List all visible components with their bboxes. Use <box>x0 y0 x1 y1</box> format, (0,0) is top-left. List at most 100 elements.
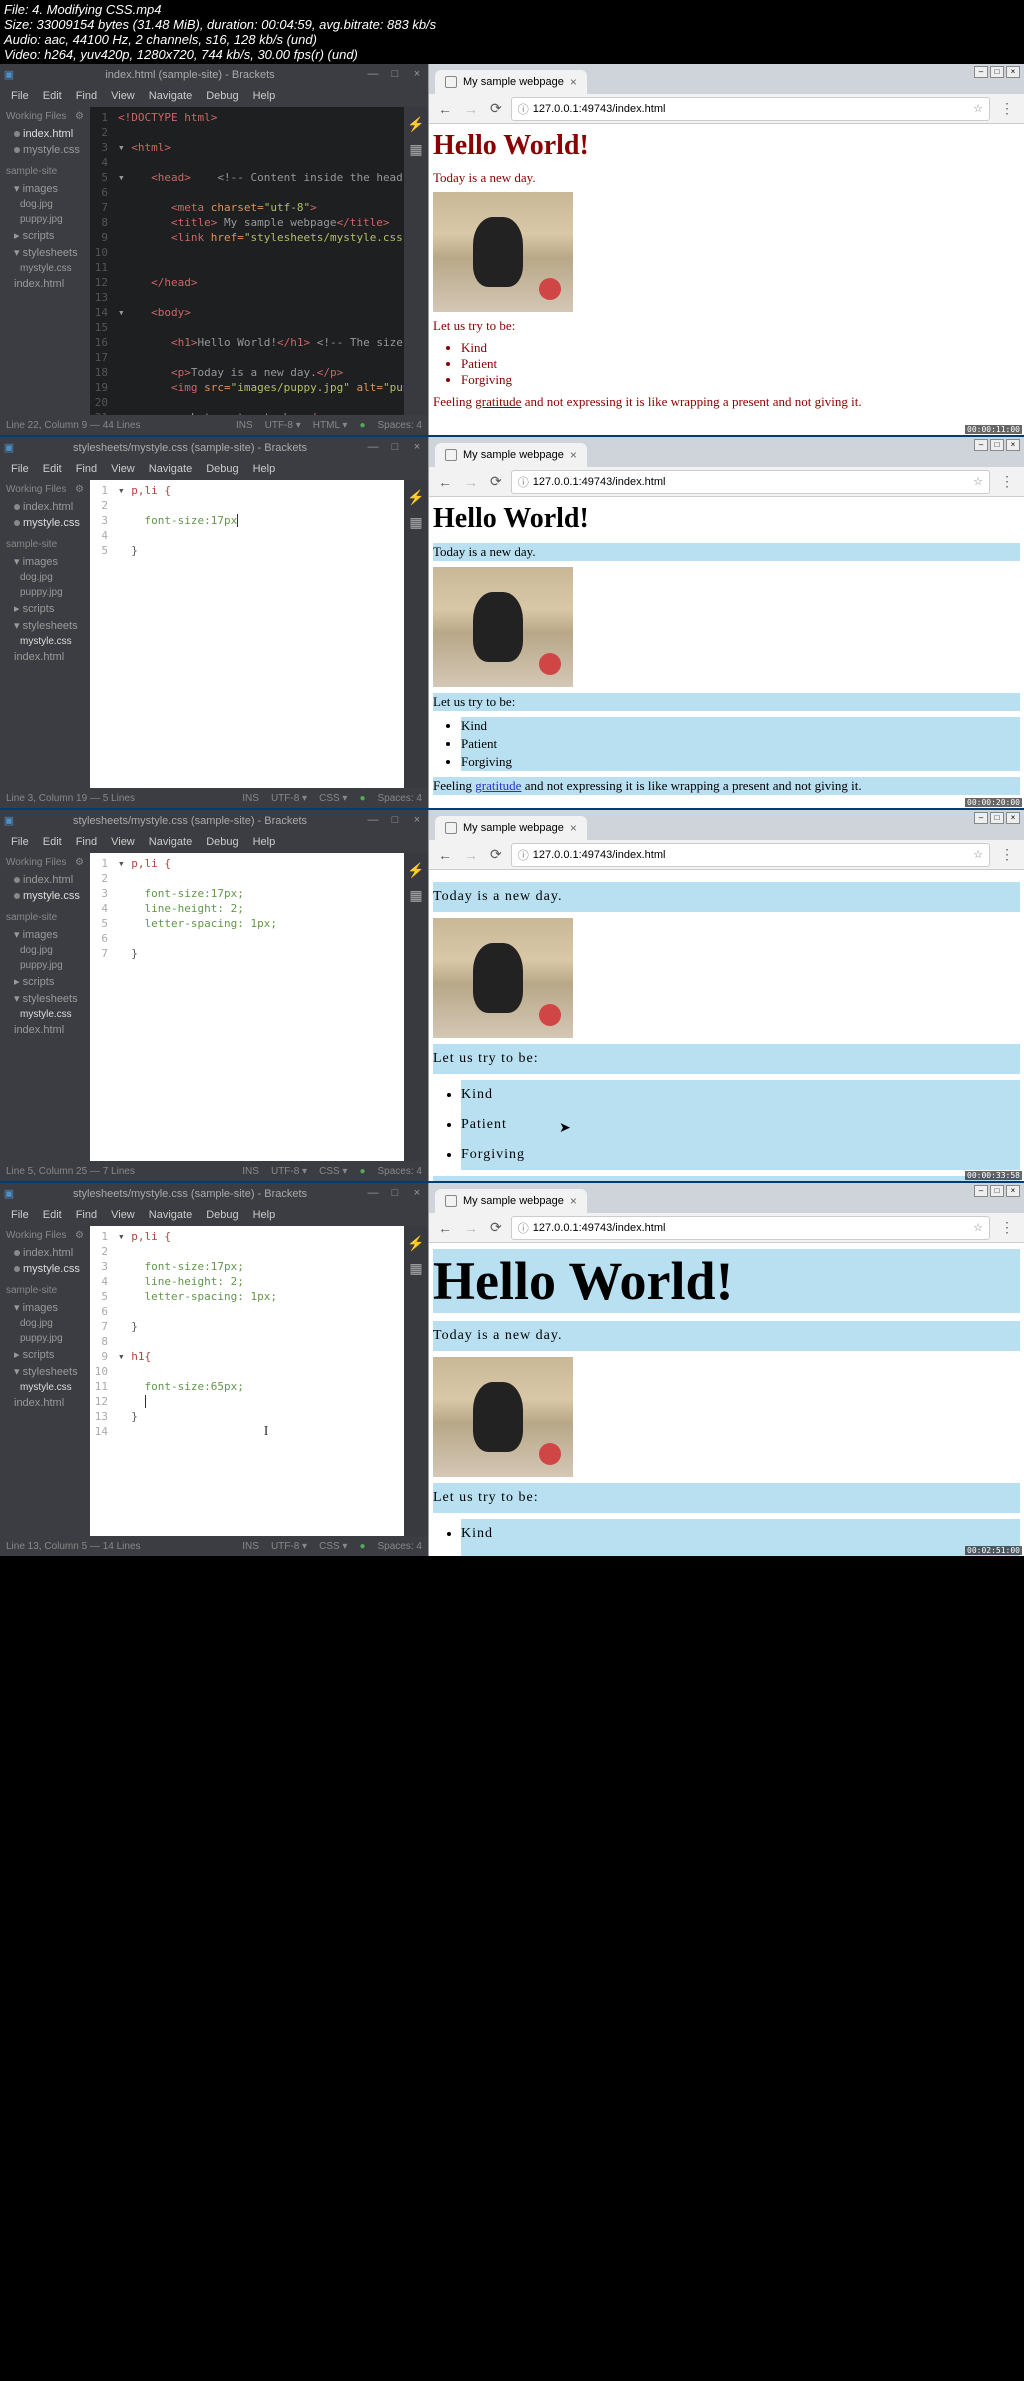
menu-debug[interactable]: Debug <box>199 87 245 105</box>
tab-close-icon[interactable]: × <box>570 75 577 89</box>
minimize-button[interactable]: — <box>362 1183 384 1204</box>
code-editor[interactable]: 1234567 ▾ p,li { font-size:17px; line-he… <box>90 853 404 1161</box>
menu-navigate[interactable]: Navigate <box>142 460 199 478</box>
menu-find[interactable]: Find <box>69 87 104 105</box>
forward-button[interactable]: → <box>461 101 481 117</box>
tab-close-icon[interactable]: × <box>570 821 577 835</box>
address-field[interactable]: ⓘ 127.0.0.1:49743/index.html ☆ <box>511 470 990 494</box>
minimize-button[interactable]: — <box>362 810 384 831</box>
file-mystyle[interactable]: mystyle.css <box>0 634 90 649</box>
lang-mode[interactable]: CSS ▾ <box>319 793 347 804</box>
back-button[interactable]: ← <box>435 101 455 117</box>
forward-button[interactable]: → <box>461 474 481 490</box>
menu-navigate[interactable]: Navigate <box>142 1206 199 1224</box>
bookmark-icon[interactable]: ☆ <box>973 1221 983 1234</box>
win-min[interactable]: – <box>974 812 988 824</box>
code-editor[interactable]: 1234567891011121314151617181920212223242… <box>90 107 404 415</box>
bookmark-icon[interactable]: ☆ <box>973 475 983 488</box>
working-file-mystyle[interactable]: mystyle.css <box>0 1261 90 1277</box>
menu-file[interactable]: File <box>4 87 36 105</box>
win-max[interactable]: □ <box>990 812 1004 824</box>
extensions-icon[interactable]: ▦ <box>409 1260 422 1277</box>
working-file-mystyle[interactable]: mystyle.css <box>0 888 90 904</box>
browser-menu-icon[interactable]: ⋮ <box>996 473 1018 490</box>
bookmark-icon[interactable]: ☆ <box>973 102 983 115</box>
win-close[interactable]: × <box>1006 66 1020 78</box>
ins-indicator[interactable]: INS <box>242 793 259 804</box>
ins-indicator[interactable]: INS <box>236 420 253 431</box>
browser-tab[interactable]: My sample webpage × <box>435 1189 587 1213</box>
win-min[interactable]: – <box>974 1185 988 1197</box>
live-preview-icon[interactable]: ⚡ <box>407 862 424 879</box>
browser-menu-icon[interactable]: ⋮ <box>996 846 1018 863</box>
menu-file[interactable]: File <box>4 833 36 851</box>
working-file-index[interactable]: index.html <box>0 872 90 888</box>
close-button[interactable]: × <box>406 810 428 831</box>
menu-view[interactable]: View <box>104 87 142 105</box>
file-dog[interactable]: dog.jpg <box>0 570 90 585</box>
menu-file[interactable]: File <box>4 460 36 478</box>
menu-help[interactable]: Help <box>246 833 283 851</box>
file-puppy[interactable]: puppy.jpg <box>0 1331 90 1346</box>
close-button[interactable]: × <box>406 437 428 458</box>
working-file-mystyle[interactable]: mystyle.css <box>0 515 90 531</box>
forward-button[interactable]: → <box>461 1220 481 1236</box>
spaces[interactable]: Spaces: 4 <box>378 1541 422 1552</box>
bookmark-icon[interactable]: ☆ <box>973 848 983 861</box>
file-puppy[interactable]: puppy.jpg <box>0 585 90 600</box>
reload-button[interactable]: ⟳ <box>487 1219 505 1236</box>
win-close[interactable]: × <box>1006 812 1020 824</box>
ins-indicator[interactable]: INS <box>242 1541 259 1552</box>
browser-tab[interactable]: My sample webpage × <box>435 70 587 94</box>
file-index-tree[interactable]: index.html <box>0 649 90 665</box>
code-editor[interactable]: 12345 ▾ p,li { font-size:17px } <box>90 480 404 788</box>
encoding[interactable]: UTF-8 ▾ <box>265 420 301 431</box>
menu-find[interactable]: Find <box>69 1206 104 1224</box>
project-section[interactable]: sample-site <box>0 909 90 926</box>
address-field[interactable]: ⓘ 127.0.0.1:49743/index.html ☆ <box>511 1216 990 1240</box>
menu-view[interactable]: View <box>104 1206 142 1224</box>
forward-button[interactable]: → <box>461 847 481 863</box>
menu-edit[interactable]: Edit <box>36 87 69 105</box>
menu-help[interactable]: Help <box>246 87 283 105</box>
file-dog[interactable]: dog.jpg <box>0 197 90 212</box>
folder-stylesheets[interactable]: ▾ stylesheets <box>0 1363 90 1380</box>
reload-button[interactable]: ⟳ <box>487 846 505 863</box>
file-mystyle[interactable]: mystyle.css <box>0 1380 90 1395</box>
lint-indicator[interactable]: ● <box>359 420 365 431</box>
file-mystyle[interactable]: mystyle.css <box>0 1007 90 1022</box>
win-max[interactable]: □ <box>990 439 1004 451</box>
project-section[interactable]: sample-site <box>0 163 90 180</box>
project-section[interactable]: sample-site <box>0 1282 90 1299</box>
browser-menu-icon[interactable]: ⋮ <box>996 100 1018 117</box>
lang-mode[interactable]: CSS ▾ <box>319 1541 347 1552</box>
browser-tab[interactable]: My sample webpage × <box>435 816 587 840</box>
close-button[interactable]: × <box>406 1183 428 1204</box>
encoding[interactable]: UTF-8 ▾ <box>271 1166 307 1177</box>
lang-mode[interactable]: HTML ▾ <box>313 420 348 431</box>
working-files-header[interactable]: Working Files⚙ <box>0 107 90 126</box>
file-dog[interactable]: dog.jpg <box>0 943 90 958</box>
win-min[interactable]: – <box>974 439 988 451</box>
code-content[interactable]: ▾ p,li { font-size:17px; line-height: 2;… <box>114 1226 404 1536</box>
back-button[interactable]: ← <box>435 1220 455 1236</box>
spaces[interactable]: Spaces: 4 <box>378 1166 422 1177</box>
reload-button[interactable]: ⟳ <box>487 100 505 117</box>
folder-images[interactable]: ▾ images <box>0 553 90 570</box>
tab-close-icon[interactable]: × <box>570 1194 577 1208</box>
tab-close-icon[interactable]: × <box>570 448 577 462</box>
file-index-tree[interactable]: index.html <box>0 1022 90 1038</box>
menu-view[interactable]: View <box>104 833 142 851</box>
back-button[interactable]: ← <box>435 474 455 490</box>
maximize-button[interactable]: □ <box>384 437 406 458</box>
close-button[interactable]: × <box>406 64 428 85</box>
lang-mode[interactable]: CSS ▾ <box>319 1166 347 1177</box>
folder-stylesheets[interactable]: ▾ stylesheets <box>0 244 90 261</box>
lint-indicator[interactable]: ● <box>359 1166 365 1177</box>
back-button[interactable]: ← <box>435 847 455 863</box>
win-close[interactable]: × <box>1006 439 1020 451</box>
win-max[interactable]: □ <box>990 66 1004 78</box>
working-file-index[interactable]: index.html <box>0 499 90 515</box>
working-files-header[interactable]: Working Files⚙ <box>0 853 90 872</box>
menu-navigate[interactable]: Navigate <box>142 833 199 851</box>
